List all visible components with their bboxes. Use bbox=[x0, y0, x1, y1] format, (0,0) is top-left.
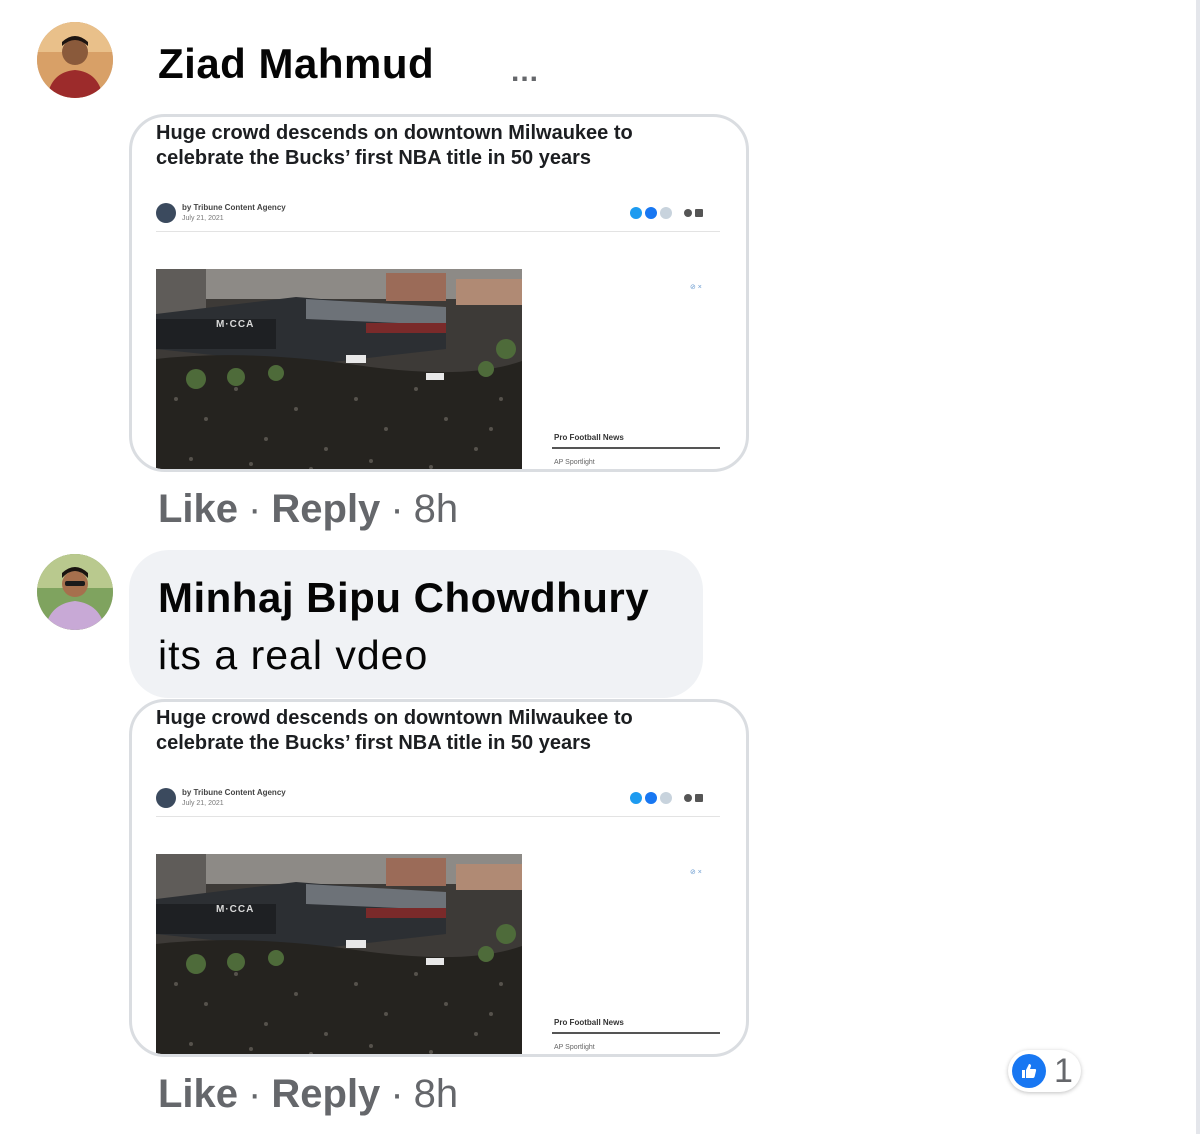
spacer bbox=[675, 207, 681, 219]
reaction-count: 1 bbox=[1054, 1051, 1073, 1090]
sidebar-divider bbox=[552, 447, 720, 449]
more-options-icon[interactable]: ... bbox=[511, 57, 539, 87]
sidebar-subtext: AP Sportlight bbox=[554, 459, 595, 466]
reply-button[interactable]: Reply bbox=[271, 487, 380, 531]
divider bbox=[156, 231, 720, 232]
avatar[interactable] bbox=[37, 554, 113, 630]
avatar-photo bbox=[37, 22, 113, 98]
ad-choices-icon: ⊘ × bbox=[690, 869, 702, 876]
twitter-icon bbox=[630, 792, 642, 804]
sidebar-link: Pro Football News bbox=[554, 433, 624, 442]
comment-text: its a real vdeo bbox=[158, 632, 429, 678]
timestamp[interactable]: 8h bbox=[414, 1072, 459, 1116]
link-date: July 21, 2021 bbox=[182, 215, 224, 222]
comment-author[interactable]: Ziad Mahmud bbox=[158, 40, 434, 88]
email-icon bbox=[695, 794, 703, 802]
facebook-icon bbox=[645, 792, 657, 804]
like-button[interactable]: Like bbox=[158, 1072, 238, 1116]
comment-actions: Like · Reply · 8h bbox=[158, 1072, 458, 1117]
reaction-summary[interactable]: 1 bbox=[1008, 1050, 1081, 1092]
photo-sign-text: M·CCA bbox=[216, 904, 255, 915]
link-byline: by Tribune Content Agency bbox=[182, 203, 286, 212]
separator: · bbox=[248, 487, 262, 531]
photo-sign-text: M·CCA bbox=[216, 319, 255, 330]
separator: · bbox=[248, 1072, 262, 1116]
thumbs-up-icon bbox=[1012, 1054, 1046, 1088]
facebook-icon bbox=[645, 207, 657, 219]
twitter-icon bbox=[630, 207, 642, 219]
link-preview-card[interactable]: Huge crowd descends on downtown Milwauke… bbox=[129, 114, 749, 472]
scroll-edge bbox=[1196, 0, 1200, 1134]
like-button[interactable]: Like bbox=[158, 487, 238, 531]
reddit-icon bbox=[660, 207, 672, 219]
reply-button[interactable]: Reply bbox=[271, 1072, 380, 1116]
crowd-photo: M·CCA bbox=[156, 854, 522, 1054]
comment-author[interactable]: Minhaj Bipu Chowdhury bbox=[158, 574, 649, 622]
comment-actions: Like · Reply · 8h bbox=[158, 487, 458, 532]
print-icon bbox=[684, 794, 692, 802]
publisher-icon bbox=[156, 203, 176, 223]
sidebar-subtext: AP Sportlight bbox=[554, 1044, 595, 1051]
link-date: July 21, 2021 bbox=[182, 800, 224, 807]
separator: · bbox=[390, 487, 404, 531]
ad-choices-icon: ⊘ × bbox=[690, 284, 702, 291]
timestamp[interactable]: 8h bbox=[414, 487, 459, 531]
link-headline: Huge crowd descends on downtown Milwauke… bbox=[156, 707, 633, 754]
avatar[interactable] bbox=[37, 22, 113, 98]
email-icon bbox=[695, 209, 703, 217]
separator: · bbox=[390, 1072, 404, 1116]
link-byline: by Tribune Content Agency bbox=[182, 788, 286, 797]
reddit-icon bbox=[660, 792, 672, 804]
sidebar-divider bbox=[552, 1032, 720, 1034]
share-icons bbox=[630, 205, 703, 221]
spacer bbox=[675, 792, 681, 804]
avatar-photo bbox=[37, 554, 113, 630]
publisher-icon bbox=[156, 788, 176, 808]
share-icons bbox=[630, 790, 703, 806]
print-icon bbox=[684, 209, 692, 217]
sidebar-link: Pro Football News bbox=[554, 1018, 624, 1027]
link-preview-card[interactable]: Huge crowd descends on downtown Milwauke… bbox=[129, 699, 749, 1057]
crowd-photo: M·CCA bbox=[156, 269, 522, 469]
link-headline: Huge crowd descends on downtown Milwauke… bbox=[156, 122, 633, 169]
divider bbox=[156, 816, 720, 817]
